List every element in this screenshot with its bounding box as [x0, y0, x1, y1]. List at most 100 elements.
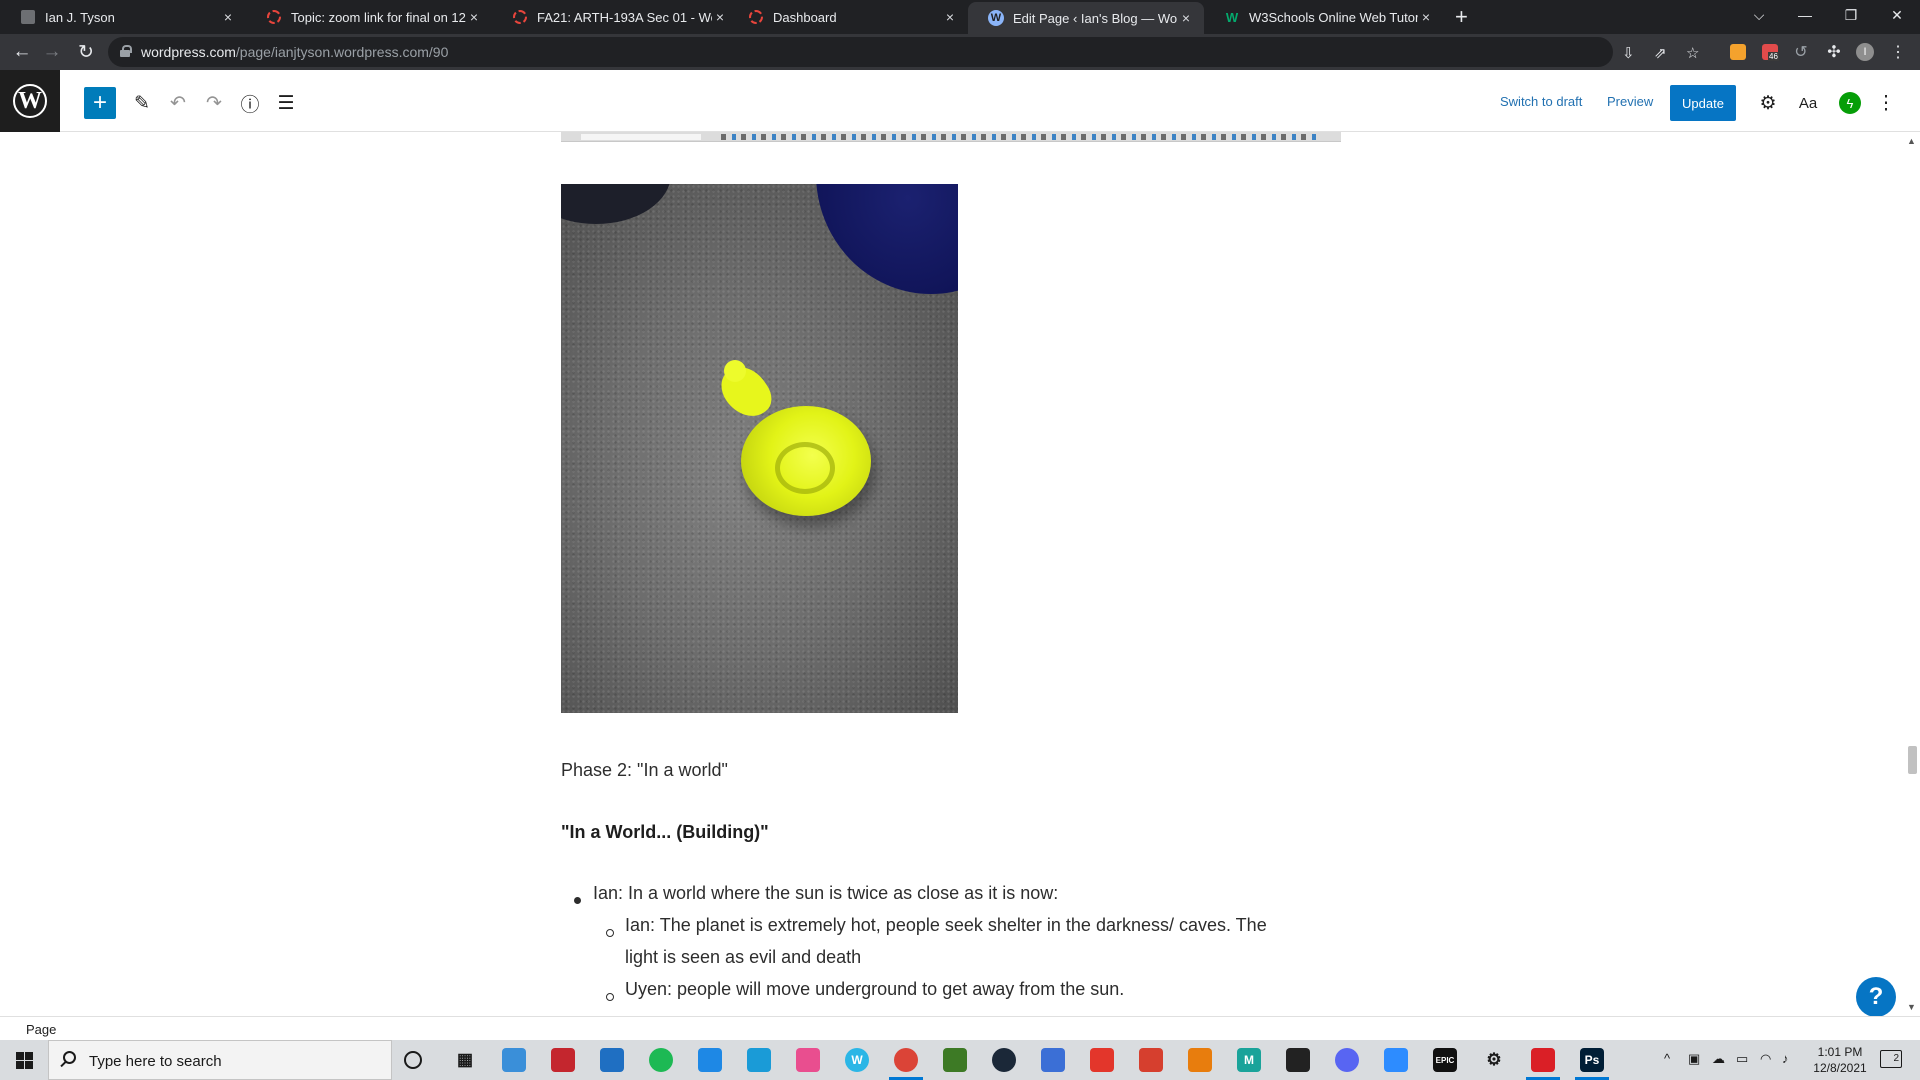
browser-tab[interactable]: Dashboard ×: [728, 0, 968, 34]
list-view-icon[interactable]: ☰: [272, 89, 300, 117]
w3schools-icon: W: [1225, 9, 1239, 25]
itunes-icon[interactable]: [796, 1048, 820, 1072]
typography-icon[interactable]: Aa: [1794, 89, 1822, 117]
photoshop-icon[interactable]: Ps: [1580, 1048, 1604, 1072]
editor-canvas[interactable]: Phase 2: "In a world" "In a World... (Bu…: [0, 132, 1904, 1016]
meet-now-icon[interactable]: ▣: [1688, 1051, 1700, 1067]
close-tab-icon[interactable]: ×: [942, 9, 958, 25]
taskbar-clock[interactable]: 1:01 PM 12/8/2021: [1800, 1044, 1880, 1076]
tab-title: Topic: zoom link for final on 12/9: [291, 9, 466, 25]
jetpack-icon[interactable]: ϟ: [1839, 92, 1861, 114]
wifi-icon[interactable]: ◠: [1760, 1051, 1771, 1067]
more-options-icon[interactable]: ⋮: [1872, 89, 1900, 117]
preview-button[interactable]: Preview: [1607, 94, 1653, 109]
help-button[interactable]: ?: [1856, 977, 1896, 1017]
settings-gear-icon[interactable]: ⚙: [1754, 89, 1782, 117]
tab-title: Dashboard: [773, 9, 837, 25]
creative-cloud-2-icon[interactable]: [1531, 1048, 1555, 1072]
address-bar[interactable]: wordpress.com/page/ianjtyson.wordpress.c…: [108, 37, 1699, 67]
start-button[interactable]: [0, 1040, 48, 1080]
reload-icon[interactable]: ↻: [72, 38, 100, 66]
tray-expand-icon[interactable]: ^: [1664, 1051, 1670, 1066]
taskbar-search[interactable]: Type here to search: [48, 1040, 392, 1080]
profile-avatar[interactable]: I: [1856, 43, 1874, 61]
krita-icon[interactable]: [1041, 1048, 1065, 1072]
browser-tab-active[interactable]: W Edit Page ‹ Ian's Blog — WordPress ×: [968, 2, 1204, 34]
pencil-tool-icon[interactable]: ✎: [128, 89, 156, 117]
image-block[interactable]: [561, 184, 958, 713]
settings-icon[interactable]: ⚙: [1482, 1048, 1506, 1072]
phase-paragraph[interactable]: Phase 2: "In a world": [561, 760, 728, 781]
block-breadcrumb: Page: [0, 1016, 1920, 1040]
widgets-icon[interactable]: ▦: [453, 1048, 477, 1072]
scroll-up-arrow[interactable]: ▲: [1907, 136, 1916, 146]
scroll-down-arrow[interactable]: ▼: [1907, 1002, 1916, 1012]
scrollbar-thumb[interactable]: [1908, 746, 1917, 774]
details-info-icon[interactable]: ⓘ: [236, 89, 264, 117]
m-app-icon[interactable]: M: [1237, 1048, 1261, 1072]
tab-search-icon[interactable]: ⌵: [1736, 0, 1782, 30]
volume-icon[interactable]: ♪: [1782, 1051, 1789, 1066]
minecraft-icon[interactable]: [943, 1048, 967, 1072]
browser-tab[interactable]: Ian J. Tyson ×: [0, 0, 246, 34]
new-tab-button[interactable]: +: [1455, 4, 1468, 30]
blender-icon[interactable]: [1188, 1048, 1212, 1072]
browser-tab[interactable]: FA21: ARTH-193A Sec 01 - World ×: [492, 0, 738, 34]
notifications-icon[interactable]: 2: [1880, 1050, 1902, 1068]
calculator-icon[interactable]: [747, 1048, 771, 1072]
sub-list-item-line[interactable]: light is seen as evil and death: [625, 941, 861, 973]
extensions-puzzle-icon[interactable]: ✣: [1820, 38, 1848, 66]
minimize-icon[interactable]: —: [1782, 0, 1828, 30]
mail-icon[interactable]: [698, 1048, 722, 1072]
zoom-icon[interactable]: [1384, 1048, 1408, 1072]
file-explorer-icon[interactable]: [502, 1048, 526, 1072]
bookmark-star-icon[interactable]: ☆: [1686, 44, 1699, 62]
chrome-icon[interactable]: [894, 1048, 918, 1072]
address-url[interactable]: wordpress.com/page/ianjtyson.wordpress.c…: [141, 44, 448, 60]
restore-icon[interactable]: ❐: [1828, 0, 1874, 30]
add-block-button[interactable]: +: [84, 87, 116, 119]
forward-icon[interactable]: →: [38, 38, 66, 66]
history-icon[interactable]: ↺: [1787, 38, 1815, 66]
undo-icon[interactable]: ↶: [164, 89, 192, 117]
extension-icon[interactable]: [1730, 44, 1746, 60]
store-icon[interactable]: [600, 1048, 624, 1072]
extension-badge-icon[interactable]: 46: [1762, 44, 1779, 61]
epic-games-icon[interactable]: EPIC: [1433, 1048, 1457, 1072]
close-tab-icon[interactable]: ×: [712, 9, 728, 25]
canvas-scrollbar[interactable]: ▲ ▼: [1904, 132, 1920, 1016]
close-tab-icon[interactable]: ×: [220, 9, 236, 25]
task-view-icon[interactable]: [404, 1051, 422, 1069]
section-heading[interactable]: "In a World... (Building)": [561, 822, 769, 843]
spotify-icon[interactable]: [649, 1048, 673, 1072]
substance-icon[interactable]: [1139, 1048, 1163, 1072]
discord-icon[interactable]: [1335, 1048, 1359, 1072]
w-app-icon[interactable]: W: [845, 1048, 869, 1072]
battery-icon[interactable]: ▭: [1736, 1051, 1748, 1067]
embedded-screenshot-strip[interactable]: [561, 132, 1341, 142]
red-app-icon[interactable]: [551, 1048, 575, 1072]
browser-tab[interactable]: Topic: zoom link for final on 12/9 ×: [246, 0, 492, 34]
unity-icon[interactable]: [1286, 1048, 1310, 1072]
chrome-menu-icon[interactable]: ⋮: [1884, 38, 1912, 66]
back-icon[interactable]: ←: [8, 38, 36, 66]
list-item[interactable]: Ian: In a world where the sun is twice a…: [593, 877, 1058, 909]
close-tab-icon[interactable]: ×: [466, 9, 482, 25]
close-tab-icon[interactable]: ×: [1418, 9, 1434, 25]
wordpress-logo-button[interactable]: W: [0, 70, 60, 132]
switch-to-draft-button[interactable]: Switch to draft: [1500, 94, 1582, 109]
share-icon[interactable]: ⇗: [1654, 44, 1667, 62]
breadcrumb-page[interactable]: Page: [26, 1022, 56, 1037]
redo-icon[interactable]: ↷: [200, 89, 228, 117]
close-window-icon[interactable]: ✕: [1874, 0, 1920, 30]
sub-list-item-line[interactable]: Uyen: people will move underground to ge…: [625, 973, 1124, 1005]
install-app-icon[interactable]: ⇩: [1622, 44, 1635, 62]
close-tab-icon[interactable]: ×: [1178, 10, 1194, 26]
creative-cloud-icon[interactable]: [1090, 1048, 1114, 1072]
browser-tab[interactable]: W W3Schools Online Web Tutorials ×: [1204, 0, 1444, 34]
steam-icon[interactable]: [992, 1048, 1016, 1072]
update-button[interactable]: Update: [1670, 85, 1736, 121]
sub-list-item-line[interactable]: Ian: The planet is extremely hot, people…: [625, 909, 1267, 941]
onedrive-icon[interactable]: ☁: [1712, 1051, 1725, 1067]
sub-list-bullet: [606, 993, 614, 1001]
